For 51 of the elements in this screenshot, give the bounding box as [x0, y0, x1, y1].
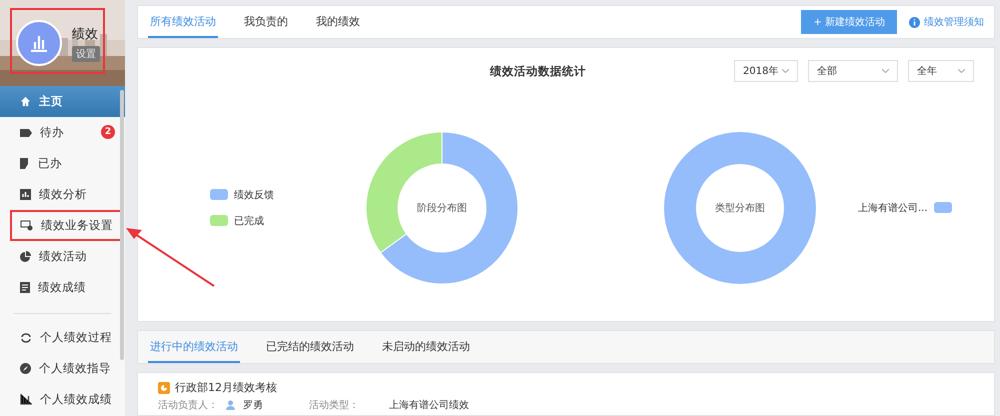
sidebar-item[interactable]: 个人绩效指导 — [0, 353, 125, 384]
sidebar-item[interactable]: 绩效成绩 — [0, 272, 125, 303]
chevron-down-icon — [958, 69, 965, 73]
settings-tag[interactable]: 设置 — [72, 46, 100, 62]
sidebar-item[interactable]: 绩效业务设置 — [10, 210, 123, 241]
monitor-gear-icon — [20, 220, 33, 231]
activity-type: 上海有谱公司绩效 — [389, 398, 469, 412]
activity-title[interactable]: 行政部12月绩效考核 — [175, 380, 277, 395]
panel-title: 绩效活动数据统计 — [490, 64, 586, 78]
home-icon — [20, 96, 31, 107]
sidebar-item[interactable]: 主页 — [0, 86, 125, 117]
tab[interactable]: 我的绩效 — [314, 6, 362, 38]
tab[interactable]: 我负责的 — [242, 6, 290, 38]
cycle-icon — [20, 332, 32, 342]
chevron-down-icon — [782, 69, 789, 73]
tab[interactable]: 所有绩效活动 — [148, 6, 218, 38]
sidebar-item[interactable]: 待办 2 — [0, 117, 125, 148]
filter-dropdown[interactable]: 全年 — [908, 60, 974, 82]
chevron-down-icon — [882, 69, 889, 73]
bar-chart-icon — [29, 34, 49, 52]
sidebar-item[interactable]: 个人绩效成绩 — [0, 384, 125, 415]
sidebar-item[interactable]: 已办 — [0, 148, 125, 179]
scrollbar[interactable] — [120, 90, 124, 360]
bar-chart-icon — [20, 394, 32, 405]
sidebar-item[interactable]: 绩效分析 — [0, 179, 125, 210]
count-badge: 2 — [101, 125, 115, 139]
compass-icon — [20, 363, 31, 374]
filter-dropdown[interactable]: 2018年 — [734, 60, 798, 82]
legend-label: 上海有谱公司... — [858, 202, 928, 214]
tag-icon — [20, 128, 32, 136]
document-icon — [20, 158, 30, 169]
owner-name: 罗勇 — [243, 399, 263, 412]
legend-label: 绩效反馈 — [234, 188, 274, 202]
chart-label: 阶段分布图 — [416, 202, 468, 214]
tab[interactable]: 未启动的绩效活动 — [380, 331, 472, 363]
chart-label: 类型分布图 — [714, 202, 766, 214]
info-icon — [909, 16, 920, 28]
pie-chart-icon — [158, 382, 170, 394]
filter-dropdown[interactable]: 全部 — [808, 60, 898, 82]
legend-label: 已完成 — [234, 214, 264, 228]
person-icon — [226, 400, 235, 410]
sidebar-item[interactable]: 个人绩效过程 — [0, 322, 125, 353]
help-link[interactable]: 绩效管理须知 — [909, 15, 984, 29]
pie-chart-icon — [20, 251, 31, 262]
sidebar-item[interactable]: 绩效活动 — [0, 241, 125, 272]
tab[interactable]: 已完结的绩效活动 — [264, 331, 356, 363]
field-label: 活动类型： — [309, 398, 359, 412]
bar-chart-icon — [20, 189, 31, 200]
field-label: 活动负责人： — [158, 398, 218, 412]
list-icon — [20, 282, 30, 293]
profile-name: 绩效 — [72, 26, 99, 42]
